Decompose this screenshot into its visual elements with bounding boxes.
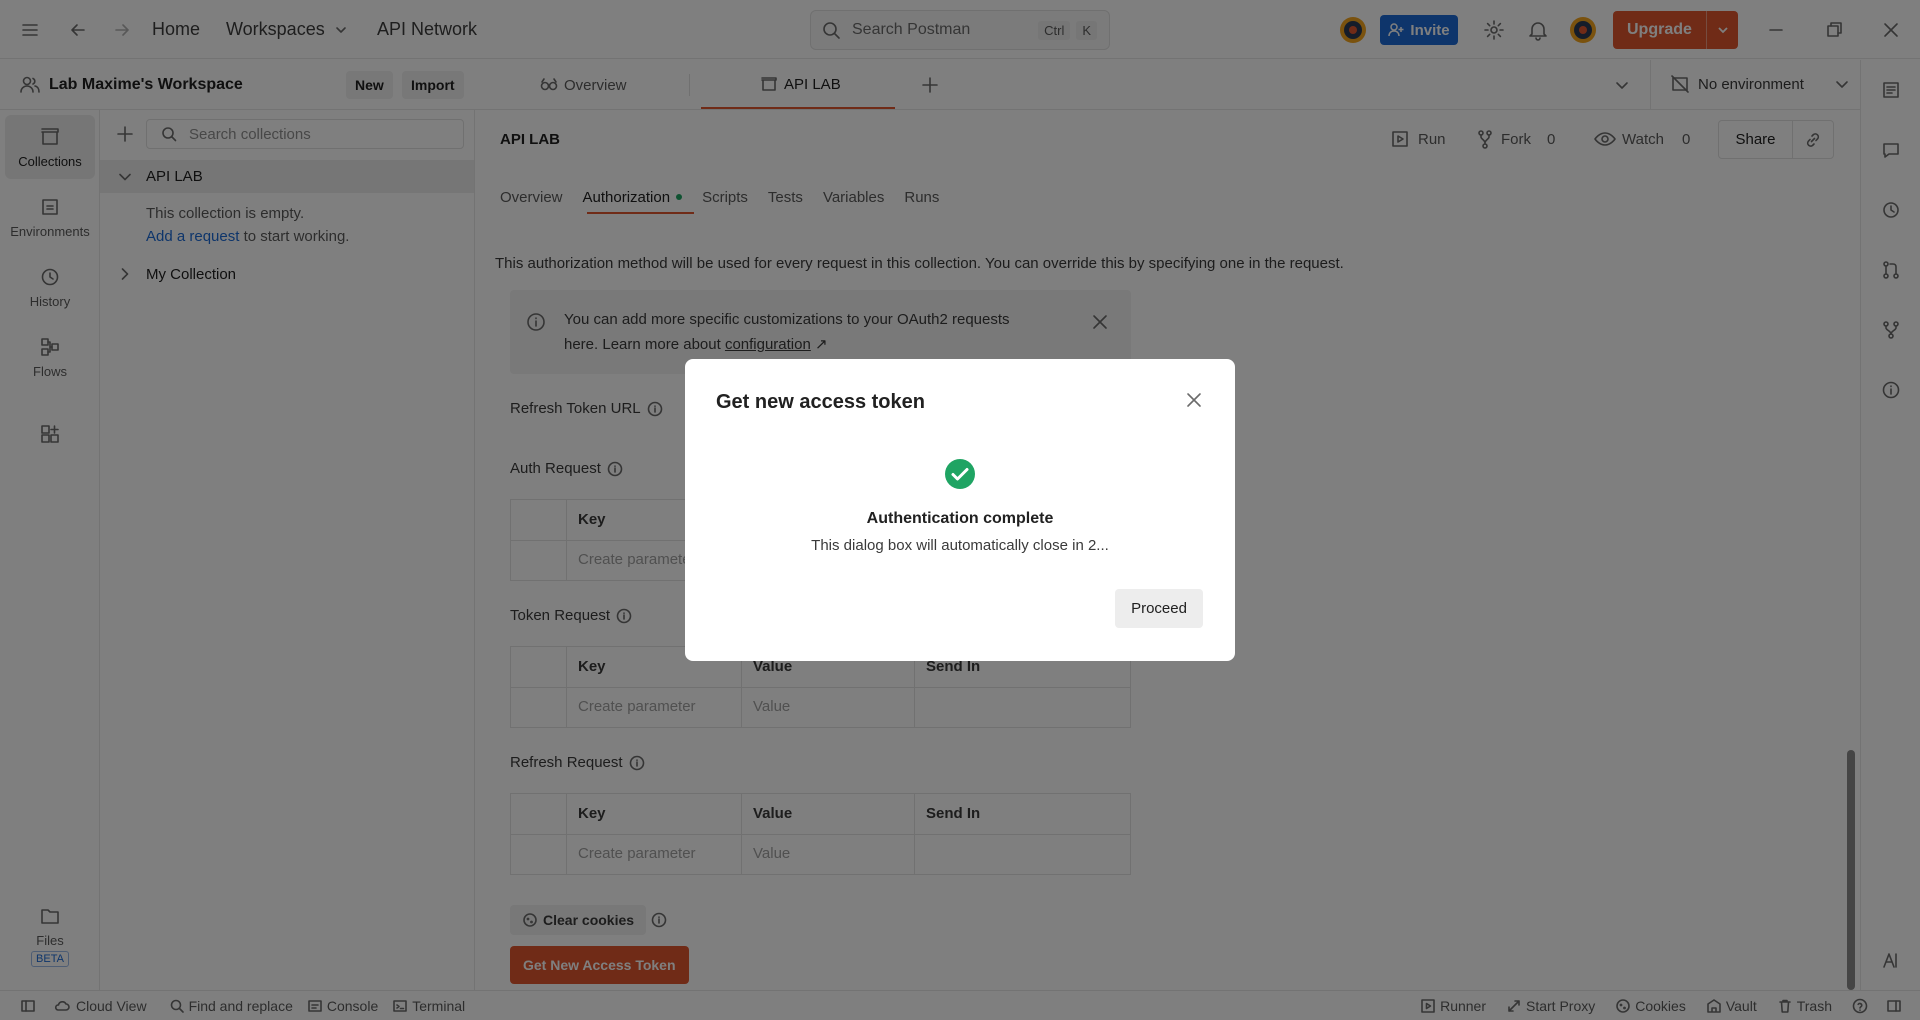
proceed-label: Proceed — [1131, 600, 1187, 617]
close-icon[interactable] — [1185, 391, 1203, 409]
dialog-title: Get new access token — [716, 391, 925, 413]
access-token-dialog: Get new access token Authentication comp… — [685, 359, 1235, 661]
proceed-button[interactable]: Proceed — [1115, 589, 1203, 628]
auth-status: Authentication complete — [866, 510, 1054, 527]
check-circle-icon — [945, 459, 975, 489]
auto-close-message: This dialog box will automatically close… — [811, 537, 1109, 554]
